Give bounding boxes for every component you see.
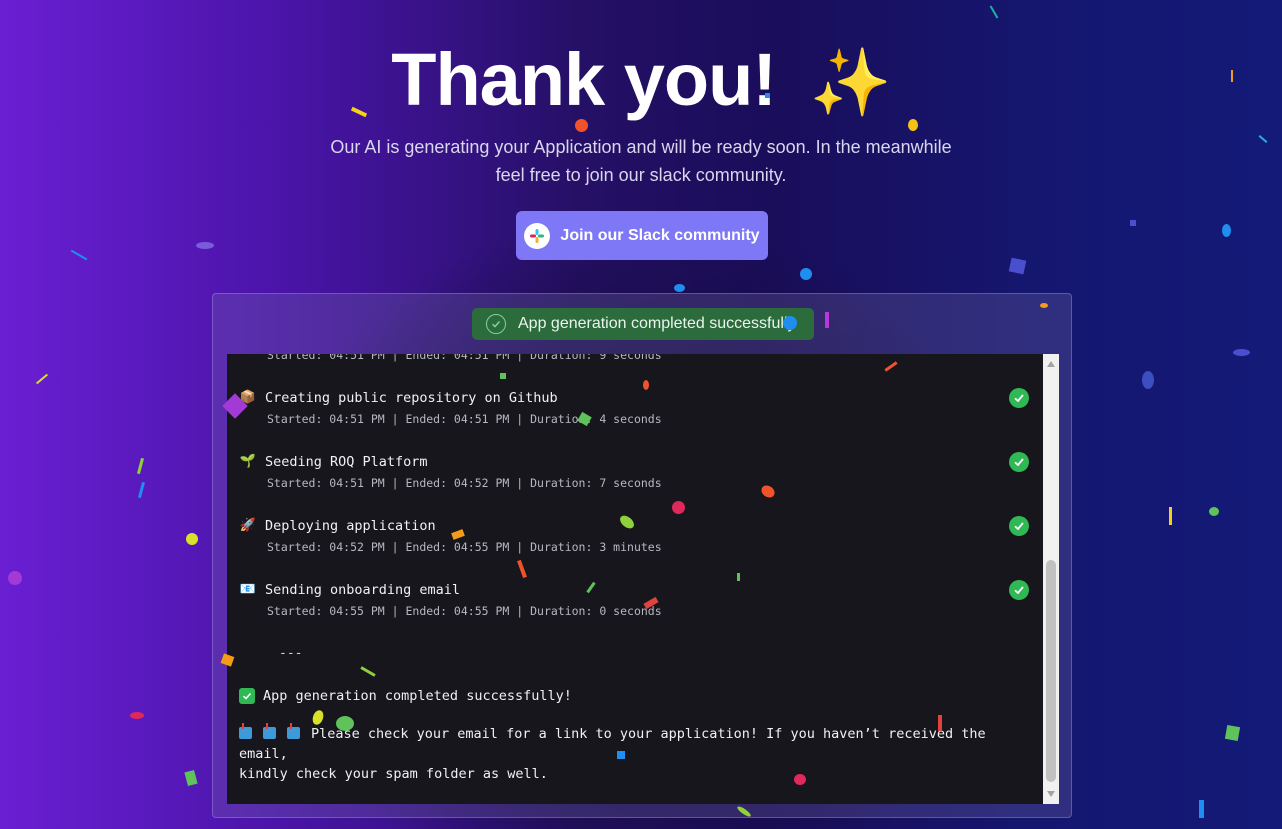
confetti-piece bbox=[1008, 257, 1027, 275]
note-line: kindly check your spam folder as well. bbox=[239, 766, 548, 782]
confetti-piece bbox=[765, 93, 770, 98]
confetti-piece bbox=[1142, 371, 1154, 389]
confetti-piece bbox=[643, 380, 649, 390]
confetti-piece bbox=[136, 457, 145, 475]
confetti-piece bbox=[575, 119, 588, 132]
confetti-piece bbox=[737, 573, 740, 581]
log-step: 🌱 Seeding ROQ Platform Started: 04:51 PM… bbox=[239, 452, 1029, 490]
confetti-piece bbox=[1169, 507, 1172, 525]
log-console[interactable]: Started: 04:51 PM | Ended: 04:51 PM | Du… bbox=[227, 354, 1043, 804]
confetti-piece bbox=[196, 242, 214, 249]
log-step: 📧 Sending onboarding email Started: 04:5… bbox=[239, 580, 1029, 618]
confetti-piece bbox=[938, 715, 942, 731]
status-banner: App generation completed successfully bbox=[472, 308, 814, 340]
confetti-piece bbox=[674, 284, 685, 292]
step-meta: Started: 04:51 PM | Ended: 04:52 PM | Du… bbox=[267, 476, 662, 490]
check-icon bbox=[1009, 388, 1029, 408]
email-note: Please check your email for a link to yo… bbox=[239, 723, 1029, 784]
step-title: Deploying application bbox=[265, 518, 436, 534]
join-slack-label: Join our Slack community bbox=[560, 226, 760, 244]
confetti-piece bbox=[800, 268, 812, 280]
log-step: 📦 Creating public repository on Github S… bbox=[239, 388, 1029, 426]
scroll-down-icon[interactable] bbox=[1047, 791, 1055, 797]
confetti-piece bbox=[137, 481, 146, 499]
check-icon bbox=[1009, 580, 1029, 600]
step-title: Sending onboarding email bbox=[265, 582, 461, 598]
confetti-piece bbox=[1224, 724, 1241, 742]
confetti-piece bbox=[130, 712, 144, 719]
confetti-piece bbox=[989, 5, 999, 19]
check-box-icon bbox=[239, 688, 255, 704]
confetti-piece bbox=[500, 373, 506, 379]
confetti-piece bbox=[1209, 507, 1219, 516]
check-icon bbox=[1009, 516, 1029, 536]
step-meta: Started: 04:51 PM | Ended: 04:51 PM | Du… bbox=[267, 354, 662, 362]
log-step: 🚀 Deploying application Started: 04:52 P… bbox=[239, 516, 1029, 554]
note-line: Please check your email for a link to yo… bbox=[239, 726, 986, 762]
page-title: Thank you! ✨ bbox=[0, 38, 1282, 124]
scroll-thumb[interactable] bbox=[1046, 560, 1056, 782]
check-icon bbox=[1009, 452, 1029, 472]
mailbox-icon bbox=[239, 723, 252, 739]
step-meta: Started: 04:51 PM | Ended: 04:51 PM | Du… bbox=[267, 412, 662, 426]
rocket-icon: 🚀 bbox=[239, 518, 257, 533]
check-circle-icon bbox=[486, 314, 506, 334]
subtitle-line: feel free to join our slack community. bbox=[495, 165, 787, 185]
confetti-piece bbox=[1233, 349, 1250, 356]
confetti-piece bbox=[672, 501, 685, 514]
confetti-piece bbox=[783, 316, 797, 330]
confetti-piece bbox=[617, 751, 625, 759]
confetti-piece bbox=[1231, 70, 1233, 82]
step-title: Seeding ROQ Platform bbox=[265, 454, 428, 470]
confetti-piece bbox=[825, 312, 829, 328]
join-slack-button[interactable]: Join our Slack community bbox=[516, 211, 768, 260]
confetti-piece bbox=[35, 373, 49, 385]
confetti-piece bbox=[794, 774, 806, 785]
confetti-piece bbox=[1130, 220, 1136, 226]
confetti-piece bbox=[1040, 303, 1048, 308]
subtitle-line: Our AI is generating your Application an… bbox=[330, 137, 952, 157]
mailbox-icon bbox=[287, 723, 300, 739]
confetti-piece bbox=[1222, 224, 1231, 237]
sparkle-icon: ✨ bbox=[809, 45, 892, 119]
confetti-piece bbox=[908, 119, 918, 131]
final-message-text: App generation completed successfully! bbox=[263, 688, 572, 704]
generation-panel: App generation completed successfully St… bbox=[212, 293, 1072, 818]
confetti-piece bbox=[186, 533, 198, 545]
log-scrollbar[interactable] bbox=[1043, 354, 1059, 804]
step-meta: Started: 04:52 PM | Ended: 04:55 PM | Du… bbox=[267, 540, 662, 554]
email-icon: 📧 bbox=[239, 582, 257, 597]
confetti-piece bbox=[1258, 135, 1268, 143]
confetti-piece bbox=[184, 769, 198, 787]
status-label: App generation completed successfully bbox=[518, 315, 796, 332]
mailbox-icon bbox=[263, 723, 276, 739]
confetti-piece bbox=[70, 249, 88, 261]
page-subtitle: Our AI is generating your Application an… bbox=[320, 133, 962, 189]
final-message: App generation completed successfully! bbox=[239, 688, 572, 704]
step-title: Creating public repository on Github bbox=[265, 390, 558, 406]
seedling-icon: 🌱 bbox=[239, 454, 257, 469]
title-text: Thank you! bbox=[391, 38, 777, 121]
log-separator: --- bbox=[279, 646, 303, 661]
confetti-piece bbox=[1199, 800, 1204, 818]
confetti-piece bbox=[336, 716, 354, 731]
scroll-up-icon[interactable] bbox=[1047, 361, 1055, 367]
slack-icon bbox=[524, 222, 551, 249]
confetti-piece bbox=[8, 571, 22, 585]
